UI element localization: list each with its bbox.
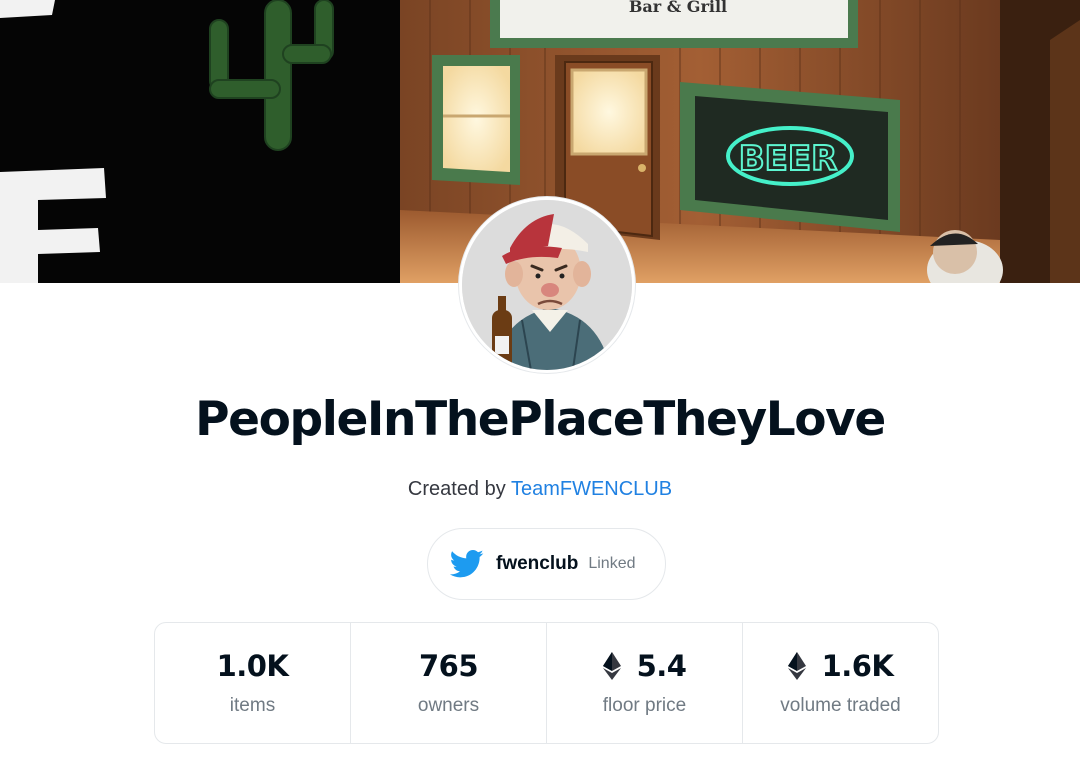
twitter-link-button[interactable]: fwenclub Linked bbox=[427, 528, 666, 600]
stat-number: 765 bbox=[418, 649, 479, 683]
collection-stats: 1.0K items 765 owners 5.4 floor price 1.… bbox=[154, 622, 939, 744]
stat-value: 1.6K bbox=[787, 649, 894, 683]
stat-value: 765 bbox=[418, 649, 479, 683]
sign-text: Bar & Grill bbox=[629, 0, 727, 16]
stat-number: 1.6K bbox=[821, 649, 894, 683]
stat-floor-price[interactable]: 5.4 floor price bbox=[547, 623, 743, 743]
stat-owners[interactable]: 765 owners bbox=[351, 623, 547, 743]
stat-label: owners bbox=[417, 695, 480, 716]
collection-avatar[interactable] bbox=[459, 197, 635, 373]
stat-label: volume traded bbox=[780, 695, 901, 716]
created-by-prefix: Created by bbox=[407, 478, 506, 500]
creator-link[interactable]: TeamFWENCLUB bbox=[511, 478, 672, 500]
stat-items[interactable]: 1.0K items bbox=[155, 623, 351, 743]
ethereum-icon bbox=[787, 652, 806, 680]
ethereum-icon bbox=[602, 652, 621, 680]
stat-value: 5.4 bbox=[602, 649, 687, 683]
created-by-line: Created by TeamFWENCLUB bbox=[0, 478, 1080, 501]
stat-number: 1.0K bbox=[216, 649, 289, 683]
twitter-linked-status: Linked bbox=[588, 555, 636, 572]
twitter-handle: fwenclub bbox=[496, 553, 579, 574]
twitter-bird-icon bbox=[450, 549, 484, 578]
stat-number: 5.4 bbox=[636, 649, 687, 683]
neon-beer-sign: BEER bbox=[739, 139, 838, 179]
avatar-image bbox=[462, 200, 632, 370]
stat-volume-traded[interactable]: 1.6K volume traded bbox=[743, 623, 938, 743]
stat-label: items bbox=[229, 695, 276, 716]
stat-value: 1.0K bbox=[217, 649, 289, 683]
collection-title: PeopleInThePlaceTheyLove bbox=[195, 392, 886, 447]
stat-label: floor price bbox=[602, 695, 687, 716]
